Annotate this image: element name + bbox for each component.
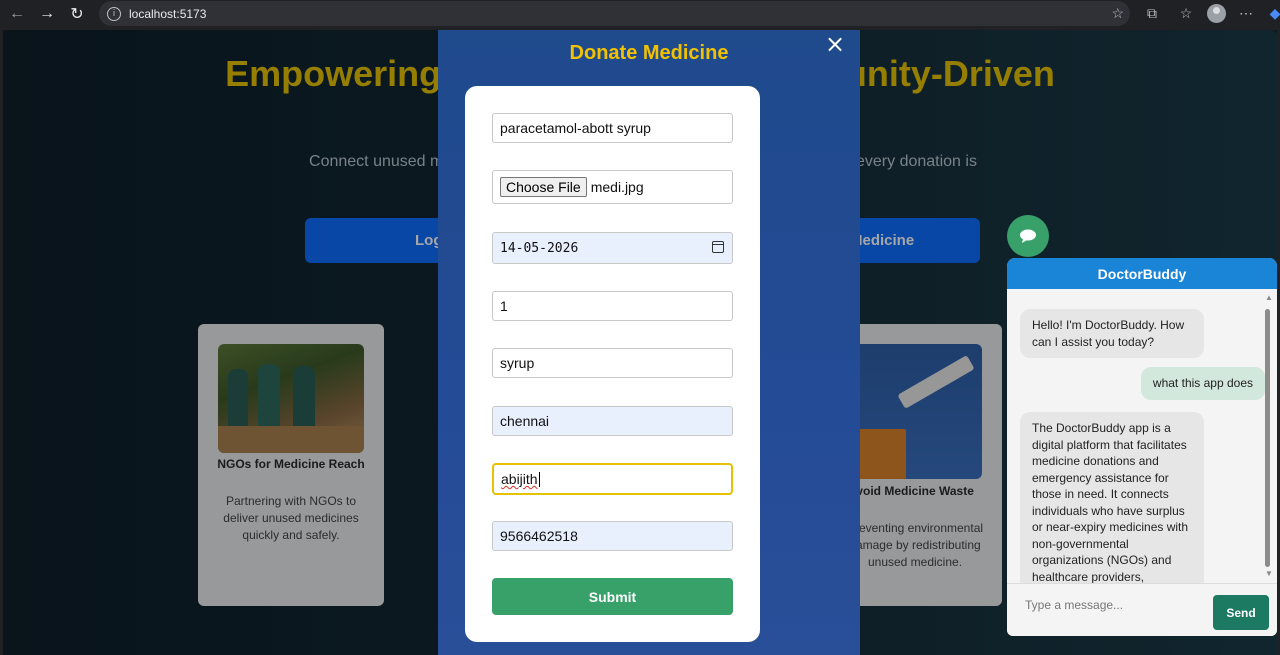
donate-modal: Donate Medicine × paracetamol-abott syru… xyxy=(438,30,860,655)
chat-scrollbar[interactable]: ▲ ▼ xyxy=(1262,291,1274,583)
chat-window: DoctorBuddy Hello! I'm DoctorBuddy. How … xyxy=(1007,258,1277,636)
scroll-thumb[interactable] xyxy=(1265,309,1270,567)
chat-title: DoctorBuddy xyxy=(1007,258,1277,289)
chat-messages[interactable]: Hello! I'm DoctorBuddy. How can I assist… xyxy=(1007,289,1267,584)
quantity-input[interactable]: 1 xyxy=(492,291,733,321)
file-name: medi.jpg xyxy=(590,179,644,195)
donation-form: paracetamol-abott syrup Choose File medi… xyxy=(465,86,760,642)
chat-message-input[interactable]: Type a message... xyxy=(1025,598,1123,612)
reload-icon[interactable]: ↻ xyxy=(67,4,87,24)
extensions-icon[interactable]: ⧉ xyxy=(1143,5,1161,23)
favorites-icon[interactable]: ☆ xyxy=(1177,5,1195,23)
location-input[interactable]: chennai xyxy=(492,406,733,436)
back-icon[interactable]: ← xyxy=(7,4,27,24)
image-file-input[interactable]: Choose File medi.jpg xyxy=(492,170,733,204)
scroll-down-icon[interactable]: ▼ xyxy=(1265,569,1273,578)
speech-bubble-icon xyxy=(1020,229,1036,243)
address-url: localhost:5173 xyxy=(129,6,207,21)
site-info-icon[interactable]: i xyxy=(107,6,121,21)
chat-message-bot: Hello! I'm DoctorBuddy. How can I assist… xyxy=(1020,309,1204,358)
medicine-type-input[interactable]: syrup xyxy=(492,348,733,378)
phone-input[interactable]: 9566462518 xyxy=(492,521,733,551)
submit-button[interactable]: Submit xyxy=(492,578,733,615)
calendar-icon[interactable] xyxy=(712,241,724,253)
modal-title: Donate Medicine xyxy=(569,42,729,64)
browser-toolbar: ← → ↻ i localhost:5173 ☆ ⧉ ☆ ⋯ ◆ xyxy=(0,0,1280,28)
close-icon[interactable]: × xyxy=(825,32,845,56)
send-button[interactable]: Send xyxy=(1213,595,1269,630)
forward-icon[interactable]: → xyxy=(37,4,57,24)
copilot-icon[interactable]: ◆ xyxy=(1266,5,1280,23)
scroll-up-icon[interactable]: ▲ xyxy=(1265,293,1273,302)
menu-dots-icon[interactable]: ⋯ xyxy=(1237,5,1255,23)
text-caret xyxy=(538,471,540,487)
address-bar[interactable]: i localhost:5173 ☆ xyxy=(99,1,1130,26)
chat-footer: Type a message... Send xyxy=(1007,583,1277,636)
choose-file-button[interactable]: Choose File xyxy=(500,177,587,197)
chat-message-bot: The DoctorBuddy app is a digital platfor… xyxy=(1020,412,1204,584)
donor-name-input[interactable]: abijith xyxy=(492,463,733,495)
bookmark-star-icon[interactable]: ☆ xyxy=(1111,5,1124,22)
medicine-name-input[interactable]: paracetamol-abott syrup xyxy=(492,113,733,143)
chat-bubble-icon[interactable] xyxy=(1007,215,1049,257)
expiry-date-input[interactable]: 14-05-2026 xyxy=(492,232,733,264)
profile-avatar[interactable] xyxy=(1207,4,1226,23)
chat-message-user: what this app does xyxy=(1140,367,1265,400)
